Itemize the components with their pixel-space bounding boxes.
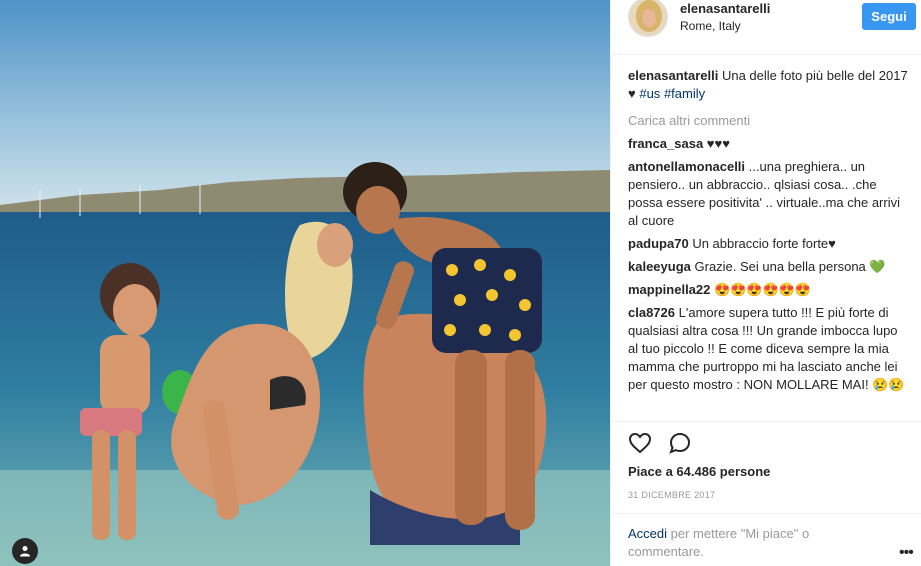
comment-username[interactable]: padupa70 (628, 236, 689, 251)
user-tag-icon (20, 546, 30, 557)
caption-username[interactable]: elenasantarelli (628, 68, 718, 83)
heart-icon[interactable] (628, 431, 652, 455)
comment-text: 😍😍😍😍😍😍 (714, 282, 812, 297)
post-panel: elenasantarelli Rome, Italy Segui elenas… (610, 0, 921, 566)
post-photo[interactable] (0, 0, 610, 566)
comment-icon[interactable] (668, 431, 692, 455)
login-text: Accedi per mettere "Mi piace" o commenta… (628, 525, 888, 561)
hashtag-family[interactable]: #family (664, 86, 705, 101)
post-date: 31 DICEMBRE 2017 (628, 490, 716, 500)
location-link[interactable]: Rome, Italy (680, 19, 741, 33)
comment-username[interactable]: mappinella22 (628, 282, 710, 297)
post-actions: Piace a 64.486 persone 31 DICEMBRE 2017 (611, 421, 921, 500)
caption: elenasantarelli Una delle foto più belle… (628, 67, 910, 103)
username-link[interactable]: elenasantarelli (680, 1, 770, 16)
photo-illustration (0, 0, 610, 566)
post-header: elenasantarelli Rome, Italy Segui (611, 0, 921, 55)
login-prompt: Accedi per mettere "Mi piace" o commenta… (611, 513, 921, 561)
avatar-image (629, 0, 667, 36)
comment-item: antonellamonacelli ...una preghiera.. un… (628, 158, 910, 230)
comment-text: ♥♥♥ (706, 136, 730, 151)
comment-list: elenasantarelli Una delle foto più belle… (628, 67, 910, 399)
avatar[interactable] (628, 0, 668, 37)
like-count[interactable]: Piace a 64.486 persone (628, 464, 770, 479)
user-tag-button[interactable] (12, 538, 38, 564)
load-more-comments[interactable]: Carica altri commenti (628, 112, 910, 130)
comment-username[interactable]: antonellamonacelli (628, 159, 745, 174)
login-link[interactable]: Accedi (628, 526, 667, 541)
comment-item: cla8726 L'amore supera tutto !!! E più f… (628, 304, 910, 394)
action-icons (628, 431, 692, 455)
hashtag-us[interactable]: #us (639, 86, 660, 101)
comment-text: Grazie. Sei una bella persona 💚 (694, 259, 886, 274)
comment-username[interactable]: kaleeyuga (628, 259, 691, 274)
more-options-icon[interactable]: ••• (899, 544, 914, 562)
comment-item: franca_sasa ♥♥♥ (628, 135, 910, 153)
follow-button[interactable]: Segui (862, 3, 916, 30)
comment-item: padupa70 Un abbraccio forte forte♥ (628, 235, 910, 253)
comment-username[interactable]: franca_sasa (628, 136, 703, 151)
comment-item: mappinella22 😍😍😍😍😍😍 (628, 281, 910, 299)
comment-item: kaleeyuga Grazie. Sei una bella persona … (628, 258, 910, 276)
comment-text: Un abbraccio forte forte♥ (692, 236, 836, 251)
comment-username[interactable]: cla8726 (628, 305, 675, 320)
